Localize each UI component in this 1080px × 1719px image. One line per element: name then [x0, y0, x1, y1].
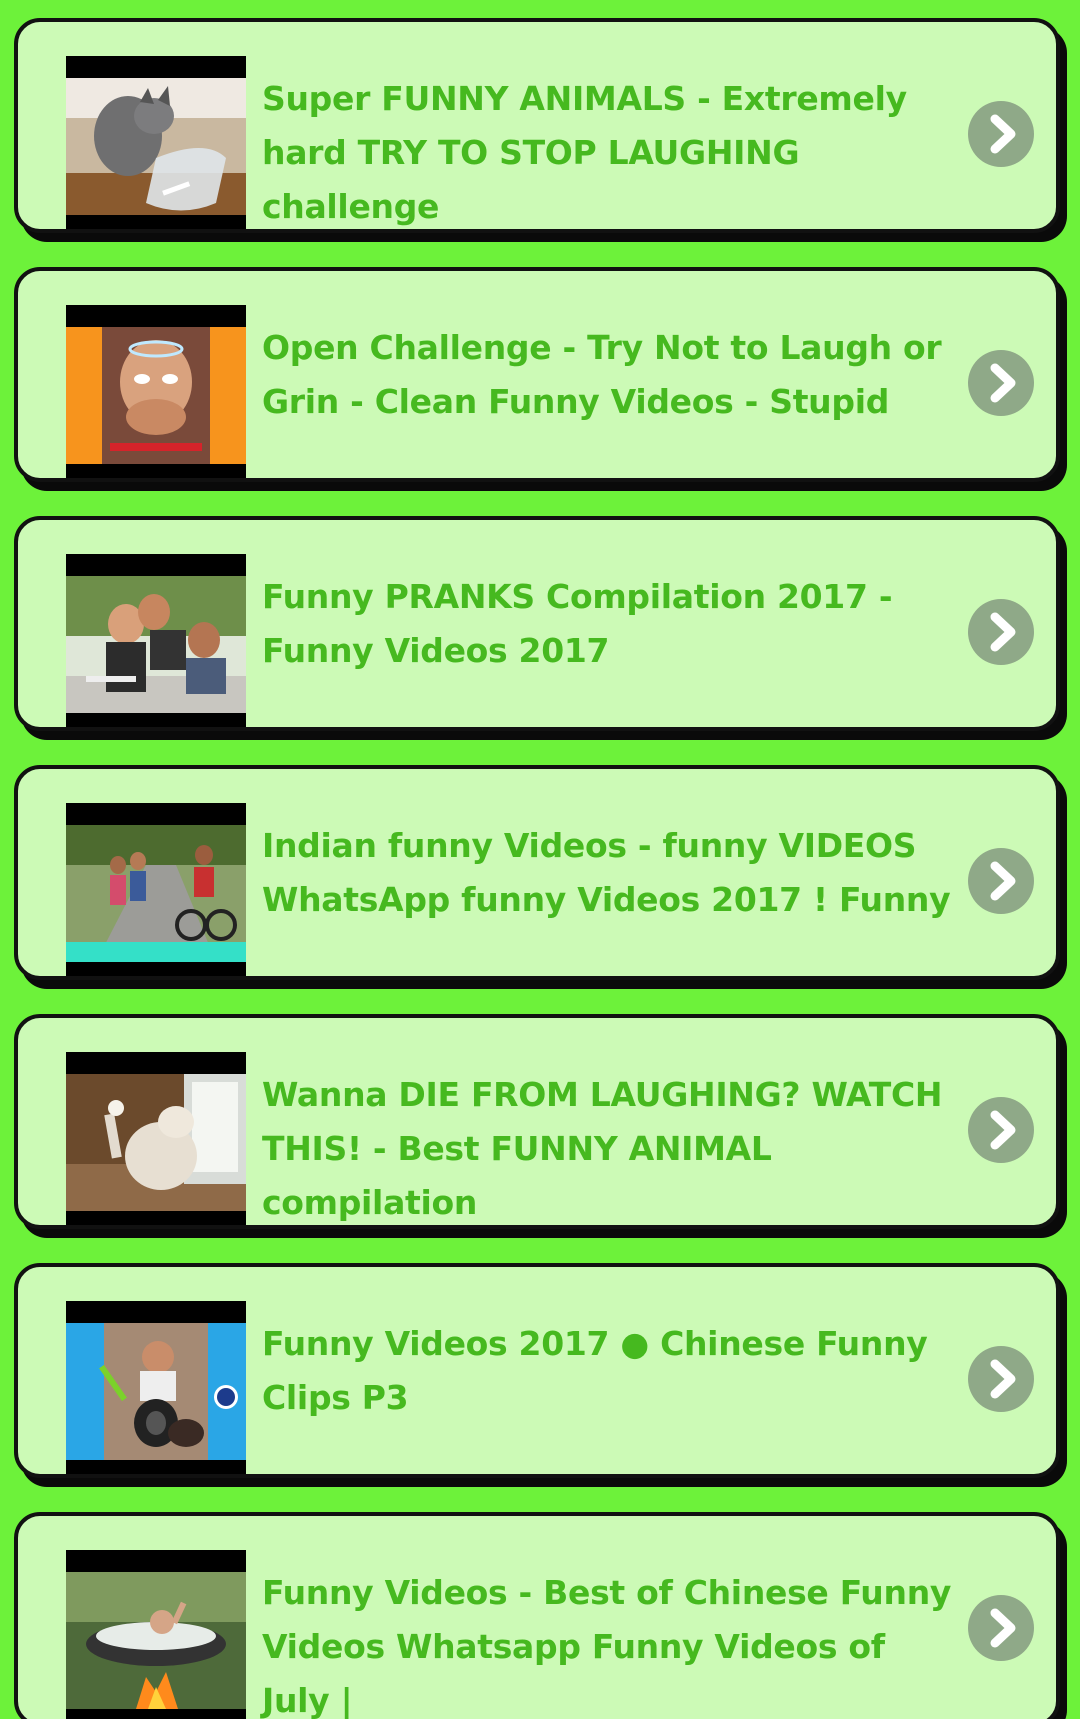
chevron-right-icon[interactable] — [968, 101, 1034, 167]
video-thumbnail — [66, 1052, 246, 1225]
chevron-right-icon[interactable] — [968, 848, 1034, 914]
video-thumbnail — [66, 305, 246, 478]
chevron-right-icon[interactable] — [968, 350, 1034, 416]
list-item[interactable]: Funny Videos 2017 ● Chinese Funny Clips … — [14, 1263, 1060, 1478]
list-item[interactable]: Super FUNNY ANIMALS - Extremely hard TRY… — [14, 18, 1060, 233]
video-title: Indian funny Videos - funny VIDEOS Whats… — [262, 826, 951, 919]
video-list: Super FUNNY ANIMALS - Extremely hard TRY… — [0, 0, 1080, 1719]
chevron-right-icon[interactable] — [968, 1595, 1034, 1661]
video-thumbnail — [66, 554, 246, 727]
video-title: Wanna DIE FROM LAUGHING? WATCH THIS! - B… — [262, 1075, 943, 1222]
list-item[interactable]: Open Challenge - Try Not to Laugh or Gri… — [14, 267, 1060, 482]
video-thumbnail — [66, 1301, 246, 1474]
chevron-right-icon[interactable] — [968, 1097, 1034, 1163]
video-title: Super FUNNY ANIMALS - Extremely hard TRY… — [262, 79, 907, 226]
list-item[interactable]: Wanna DIE FROM LAUGHING? WATCH THIS! - B… — [14, 1014, 1060, 1229]
video-title: Funny Videos - Best of Chinese Funny Vid… — [262, 1573, 952, 1719]
list-item[interactable]: Funny PRANKS Compilation 2017 - Funny Vi… — [14, 516, 1060, 731]
video-title: Funny PRANKS Compilation 2017 - Funny Vi… — [262, 577, 893, 670]
chevron-right-icon[interactable] — [968, 1346, 1034, 1412]
video-thumbnail — [66, 803, 246, 976]
list-item[interactable]: Funny Videos - Best of Chinese Funny Vid… — [14, 1512, 1060, 1719]
video-title: Open Challenge - Try Not to Laugh or Gri… — [262, 328, 942, 421]
list-item[interactable]: Indian funny Videos - funny VIDEOS Whats… — [14, 765, 1060, 980]
video-thumbnail — [66, 56, 246, 229]
video-title: Funny Videos 2017 ● Chinese Funny Clips … — [262, 1324, 928, 1417]
chevron-right-icon[interactable] — [968, 599, 1034, 665]
video-thumbnail — [66, 1550, 246, 1719]
